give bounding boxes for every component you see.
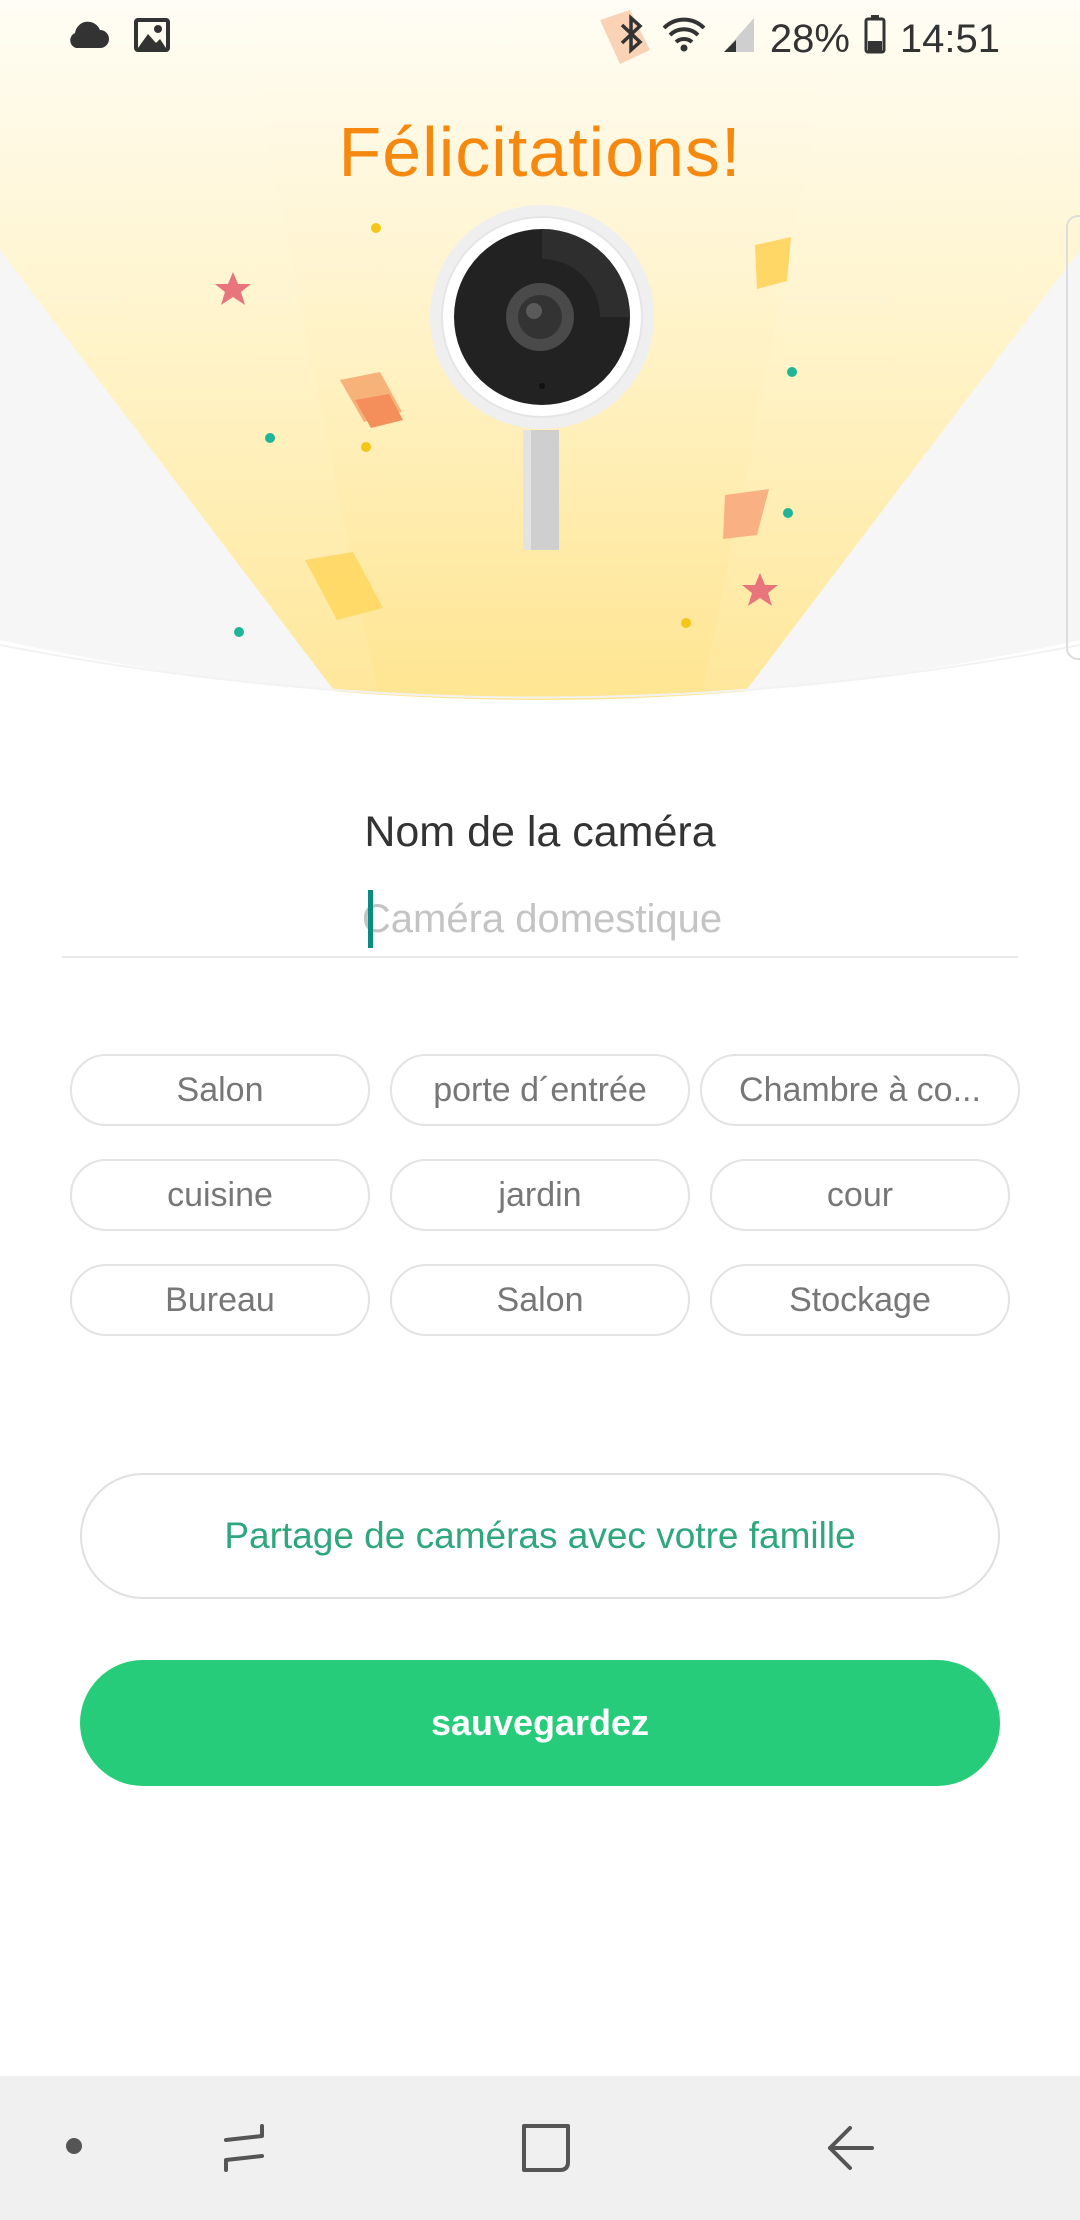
camera-name-field[interactable] — [62, 880, 1022, 958]
clock-time: 14:51 — [899, 16, 1000, 61]
hero-illustration: Félicitations! — [0, 0, 1080, 720]
status-bar: 28% 14:51 — [0, 0, 1080, 72]
chip-bureau[interactable]: Bureau — [70, 1264, 370, 1336]
navigation-bar — [0, 2076, 1080, 2220]
battery-icon — [864, 14, 886, 64]
edge-panel-handle[interactable] — [1066, 215, 1080, 660]
chip-porte-entree[interactable]: porte d´entrée — [390, 1054, 690, 1126]
image-icon — [134, 18, 170, 57]
share-with-family-button[interactable]: Partage de caméras avec votre famille — [80, 1473, 1000, 1599]
text-cursor — [368, 890, 373, 948]
chip-stockage[interactable]: Stockage — [710, 1264, 1010, 1336]
dot-icon[interactable] — [64, 2136, 84, 2161]
chip-jardin[interactable]: jardin — [390, 1159, 690, 1231]
signal-icon — [722, 14, 756, 64]
hero-background — [0, 0, 1080, 720]
congratulations-title: Félicitations! — [338, 113, 742, 191]
cloud-icon — [64, 18, 110, 57]
camera-name-label: Nom de la caméra — [364, 808, 716, 856]
save-button[interactable]: sauvegardez — [80, 1660, 1000, 1786]
back-icon[interactable] — [824, 2122, 876, 2179]
recent-apps-icon[interactable] — [218, 2122, 270, 2179]
battery-percentage: 28% — [769, 16, 850, 61]
bluetooth-icon — [616, 14, 646, 64]
chip-chambre[interactable]: Chambre à co... — [700, 1054, 1020, 1126]
chip-cuisine[interactable]: cuisine — [70, 1159, 370, 1231]
wifi-icon — [660, 14, 708, 64]
home-icon[interactable] — [520, 2122, 572, 2179]
chip-salon-2[interactable]: Salon — [390, 1264, 690, 1336]
camera-name-input[interactable] — [62, 880, 1022, 958]
chip-salon[interactable]: Salon — [70, 1054, 370, 1126]
chip-cour[interactable]: cour — [710, 1159, 1010, 1231]
